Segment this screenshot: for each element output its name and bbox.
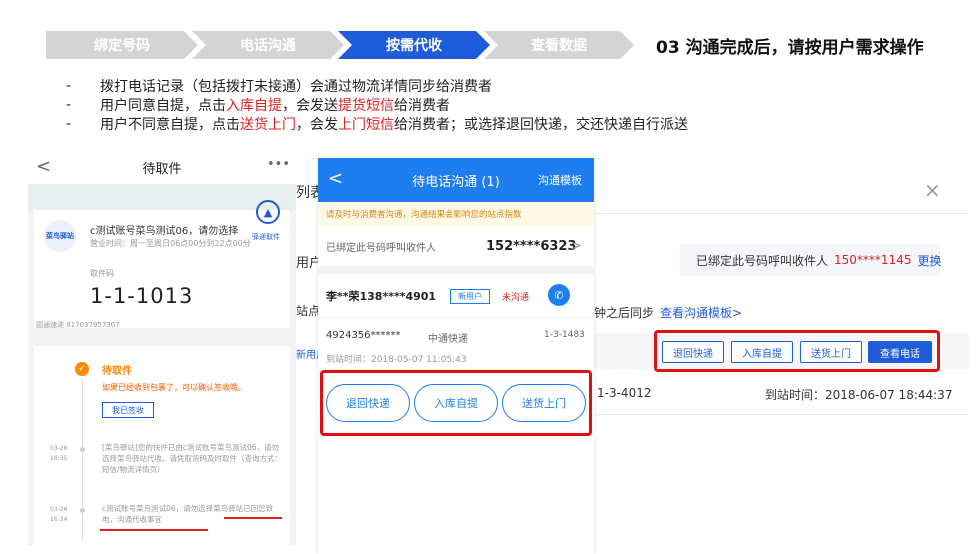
station-card: 菜鸟驿站 c测试账号菜鸟测试06，请勿选择 营业时间：周一至周日06点00分到2…	[34, 210, 290, 328]
notice-banner: 请及时与消费者沟通，沟通结果会影响您的站点指数	[318, 202, 594, 226]
sync-note: 钟之后同步 查看沟通模板>	[594, 306, 743, 320]
timeline-text: c测试账号菜鸟测试06，请勿选择菜鸟驿站已回您致电，沟通代收事宜	[102, 504, 274, 524]
step-title: 03 沟通完成后，请按用户需求操作	[656, 38, 924, 58]
station-topbar: < 待电话沟通 (1) 沟通模板	[318, 158, 594, 202]
instruction-2: - 用户同意自提，点击 入库自提 ，会发送 提货短信 给消费者	[66, 96, 450, 114]
red-underline	[224, 517, 282, 519]
consumer-phone-screen: < 待取件 ••• 菜鸟驿站 c测试账号菜鸟测试06，请勿选择 营业时间：周一至…	[28, 150, 296, 545]
timeline-dot	[80, 508, 85, 513]
admin-bound-number: 已绑定此号码呼叫收件人 150****1145 更换	[680, 244, 941, 276]
box-icon[interactable]: ▲	[256, 200, 280, 224]
bound-phone-number: 152****6323	[486, 238, 577, 254]
view-template-link[interactable]: 查看沟通模板>	[660, 306, 742, 320]
red-underline	[100, 529, 208, 531]
shelf-code: 1-3-1483	[544, 330, 585, 340]
more-icon[interactable]: •••	[267, 157, 290, 172]
phone-icon[interactable]: ✆	[548, 284, 570, 306]
consumer-title: 待取件	[142, 161, 182, 177]
waybill-number: 4924356******	[326, 330, 401, 341]
admin-arrival-time: 到站时间：2018-06-07 18:44:37	[765, 388, 953, 402]
station-title: 待电话沟通 (1)	[412, 174, 500, 190]
station-hours: 营业时间：周一至周日06点00分到22点00分	[90, 239, 251, 248]
timeline-dot	[80, 447, 85, 452]
timeline-text: [菜鸟驿站]您的快件已由c测试账号菜鸟测试06，请勿选择菜鸟驿站代收。请凭取货码…	[102, 443, 282, 474]
admin-side-label: 站点	[296, 304, 321, 318]
station-phone-screen: < 待电话沟通 (1) 沟通模板 请及时与消费者沟通，沟通结果会影响您的站点指数…	[318, 158, 594, 554]
pending-desc: 如果已经收到包裹了，可以确认签收哦。	[102, 383, 246, 392]
new-user-badge: 新用户	[450, 289, 490, 304]
divider	[590, 414, 969, 415]
bound-number-row[interactable]: 已绑定此号码呼叫收件人 152****6323 >	[318, 226, 594, 274]
home-delivery-button[interactable]: 送货上门	[800, 341, 862, 363]
confirm-sign-button[interactable]: 我已签收	[102, 402, 154, 418]
timeline-date: 03-26	[50, 506, 68, 513]
pending-title: 待取件	[102, 366, 132, 377]
store-pickup-button[interactable]: 入库自提	[731, 341, 793, 363]
return-parcel-button[interactable]: 退回快递	[662, 341, 724, 363]
chevron-left-icon[interactable]: <	[328, 168, 343, 189]
divider	[318, 317, 594, 318]
highlight-box	[320, 370, 592, 436]
step-view-data: 查看数据	[484, 31, 634, 59]
status-badge: 未沟通	[502, 293, 530, 303]
pending-dot-icon: ✓	[75, 362, 89, 376]
consumer-topbar: < 待取件 •••	[28, 150, 296, 184]
chevron-left-icon[interactable]: <	[36, 156, 51, 177]
step-banner: 绑定号码 电话沟通 按需代收 查看数据	[46, 31, 634, 59]
timeline-line	[82, 380, 83, 540]
step-phone-call: 电话沟通	[192, 31, 344, 59]
pickup-code-label: 取件码	[90, 269, 114, 278]
arrival-time: 到站时间：2018-05-07 11:05:43	[326, 355, 467, 365]
close-icon[interactable]: ×	[924, 178, 941, 202]
timeline-time: 16:34	[50, 516, 68, 523]
timeline-date: 03-26	[50, 445, 68, 452]
divider	[590, 213, 969, 214]
customer-name: 李**荣138****4901	[326, 290, 437, 303]
instruction-1: - 拨打电话记录（包括拨打未接通）会通过物流详情同步给消费者	[66, 77, 492, 95]
timeline-time: 16:35	[50, 455, 68, 462]
tracking-number: 圆通速递 817037957307	[36, 321, 120, 329]
view-phone-button[interactable]: 查看电话	[868, 341, 932, 363]
template-link[interactable]: 沟通模板	[538, 172, 582, 188]
instruction-3: - 用户不同意自提，点击 送货上门 ，会发 上门短信 给消费者；或选择退回快递，交还快递…	[66, 115, 688, 133]
station-name: c测试账号菜鸟测试06，请勿选择	[90, 226, 239, 237]
admin-shelf-code: 1-3-4012	[597, 386, 652, 400]
step-bind-number: 绑定号码	[46, 31, 198, 59]
carrier-name: 中通快递	[428, 334, 468, 345]
bound-phone-number: 150****1145	[834, 253, 912, 267]
step-collect-on-demand: 按需代收	[338, 31, 490, 59]
chevron-right-icon: >	[570, 238, 582, 254]
instruction-list: - 拨打电话记录（包括拨打未接通）会通过物流详情同步给消费者 - 用户同意自提，…	[66, 76, 688, 133]
pickup-code: 1-1-1013	[90, 284, 194, 308]
station-logo: 菜鸟驿站	[44, 220, 76, 252]
pickup-label[interactable]: 驿递取件	[252, 232, 280, 242]
change-number-link[interactable]: 更换	[917, 252, 941, 269]
